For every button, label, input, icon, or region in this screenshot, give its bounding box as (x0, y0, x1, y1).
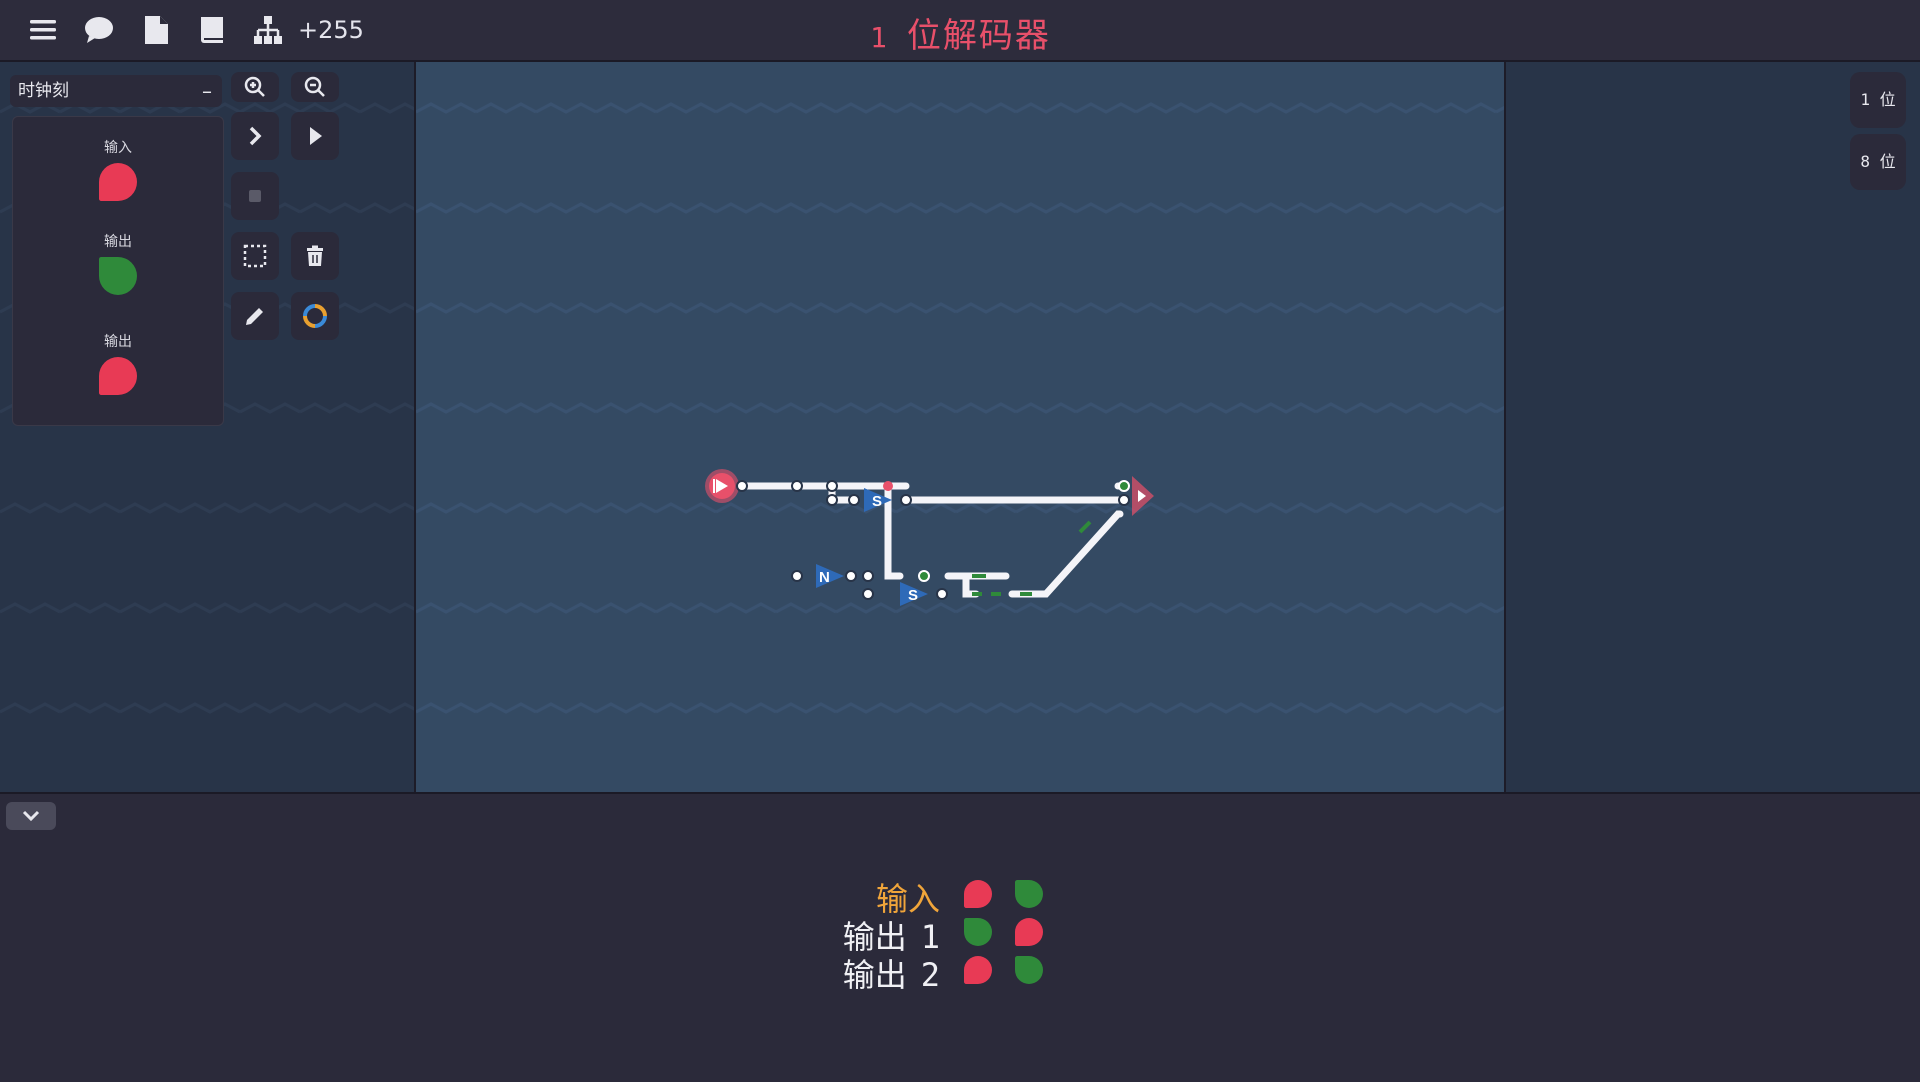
palette-item-label: 输出 (104, 234, 132, 250)
svg-text:S: S (908, 587, 918, 604)
bit-1-button[interactable]: 1 位 (1850, 72, 1906, 128)
palette-item-label: 输入 (104, 140, 132, 156)
stop-button[interactable] (231, 172, 279, 220)
truth-cell-green (1015, 880, 1043, 908)
signal-segments (972, 520, 1092, 596)
chat-icon[interactable] (83, 14, 115, 46)
truth-row-label: 输出 2 (842, 956, 940, 994)
joint[interactable] (791, 480, 803, 492)
color-ring-button[interactable] (291, 292, 339, 340)
joint[interactable] (862, 588, 874, 600)
wire[interactable] (1008, 510, 1124, 598)
zoom-out-button[interactable] (291, 72, 339, 102)
level-title-number: 1 (870, 21, 889, 54)
truth-row-output-1: 输出 1 (0, 912, 940, 956)
circuit-output-node[interactable] (1132, 476, 1154, 516)
truth-cell-green (1015, 956, 1043, 984)
joint[interactable] (862, 570, 874, 582)
select-button[interactable] (231, 232, 279, 280)
signal-segment (1078, 520, 1092, 534)
green-joints (918, 480, 1130, 582)
component-counter: +255 (298, 16, 364, 44)
delete-button[interactable] (291, 232, 339, 280)
bit-8-button[interactable]: 8 位 (1850, 134, 1906, 190)
stop-icon (249, 190, 261, 202)
step-icon (249, 126, 262, 146)
clock-dropdown[interactable]: 时钟刻 – (10, 75, 222, 107)
zoom-in-icon (244, 76, 265, 97)
joint[interactable] (900, 494, 912, 506)
level-title: 1 位解码器 (870, 8, 1051, 57)
joint[interactable] (791, 570, 803, 582)
truth-cell-green (964, 918, 992, 946)
truth-cell-red (964, 880, 992, 908)
top-bar: +255 1 位解码器 (0, 0, 1920, 62)
book-icon[interactable] (196, 14, 228, 46)
step-button[interactable] (231, 112, 279, 160)
chevron-down-icon (22, 810, 40, 822)
zoom-in-button[interactable] (231, 72, 279, 102)
svg-text:S: S (872, 493, 882, 510)
truth-cell-red (1015, 918, 1043, 946)
select-icon (243, 244, 267, 268)
palette-item-input[interactable]: 输入 (13, 137, 223, 201)
palette-item-output-red[interactable]: 输出 (13, 331, 223, 395)
output-node-icon[interactable] (99, 257, 137, 295)
collapse-button[interactable] (6, 802, 56, 830)
dropdown-minus-icon[interactable]: – (202, 75, 212, 107)
joint[interactable] (918, 570, 930, 582)
joint[interactable] (826, 494, 838, 506)
file-icon[interactable] (140, 14, 172, 46)
truth-cell-red (964, 956, 992, 984)
circuit-input-node[interactable] (705, 469, 739, 503)
play-button[interactable] (291, 112, 339, 160)
joint[interactable] (845, 570, 857, 582)
palette-item-output-green[interactable]: 输出 (13, 231, 223, 295)
pencil-button[interactable] (231, 292, 279, 340)
circuit-diagram: S N S (705, 469, 1154, 606)
component-palette: 输入 输出 输出 (12, 116, 224, 426)
palette-item-label: 输出 (104, 334, 132, 350)
truth-row-input: 输入 (0, 874, 940, 918)
input-node-icon[interactable] (99, 163, 137, 201)
svg-text:N: N (819, 569, 830, 586)
joint[interactable] (883, 481, 893, 491)
left-panel: 时钟刻 – 输入 输出 输出 (0, 62, 414, 792)
red-joints (883, 481, 893, 491)
joint[interactable] (848, 494, 860, 506)
gate-s-bottom[interactable]: S (900, 582, 928, 606)
trash-icon (307, 245, 323, 266)
pencil-icon (246, 308, 263, 325)
circuit-canvas[interactable]: S N S (416, 62, 1504, 792)
color-ring-icon (303, 304, 327, 328)
menu-icon[interactable] (27, 14, 59, 46)
joint[interactable] (1118, 494, 1130, 506)
play-icon (310, 127, 322, 145)
clock-dropdown-value: 时钟刻 (18, 81, 69, 101)
joint[interactable] (826, 480, 838, 492)
joint[interactable] (1118, 480, 1130, 492)
truth-table-panel: 输入 输出 1 输出 2 (0, 792, 1920, 1082)
truth-row-output-2: 输出 2 (0, 950, 940, 994)
level-title-text: 位解码器 (906, 16, 1051, 56)
zoom-out-icon (304, 76, 325, 97)
gate-n[interactable]: N (816, 564, 844, 588)
joint[interactable] (936, 588, 948, 600)
joint[interactable] (736, 480, 748, 492)
output-node-icon[interactable] (99, 357, 137, 395)
hierarchy-icon[interactable] (252, 14, 284, 46)
